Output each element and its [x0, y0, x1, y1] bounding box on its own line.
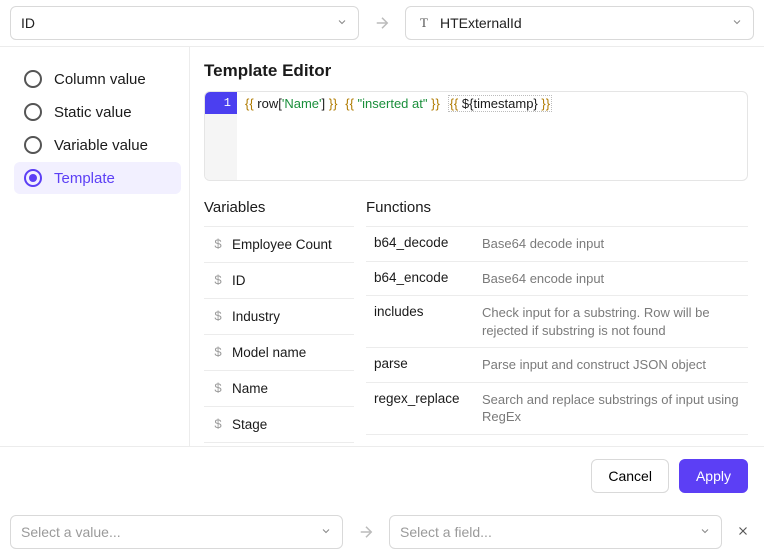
line-number: 1 [205, 92, 237, 114]
function-name: includes [374, 304, 470, 319]
next-mapping-row: Select a value... Select a field... [0, 505, 764, 549]
variable-item[interactable]: $ Employee Count [204, 227, 354, 263]
variables-column: Variables $ Employee Count $ ID $ Industry $ Mo… [204, 199, 354, 446]
function-name: parse [374, 356, 470, 371]
chevron-down-icon [731, 15, 743, 31]
function-description: Search and replace substrings of input u… [482, 391, 740, 426]
editor-title: Template Editor [204, 61, 748, 81]
editor-gutter: 1 [205, 92, 237, 180]
variable-name: Employee Count [232, 237, 332, 252]
function-item[interactable]: regex_replace Search and replace substrin… [366, 383, 748, 435]
remove-row-button[interactable] [732, 524, 754, 541]
radio-column-value[interactable]: Column value [14, 63, 181, 95]
function-description: Base64 encode input [482, 270, 604, 288]
radio-icon [24, 136, 42, 154]
variable-name: Industry [232, 309, 280, 324]
chevron-down-icon [320, 524, 332, 540]
variable-item[interactable]: $ Industry [204, 299, 354, 335]
arrow-right-icon [353, 523, 379, 541]
functions-list: b64_decode Base64 decode input b64_encode B… [366, 226, 748, 446]
function-item[interactable]: b64_encode Base64 encode input [366, 262, 748, 297]
dialog-footer: Cancel Apply [0, 447, 764, 505]
radio-icon [24, 169, 42, 187]
functions-column: Functions b64_decodeBase64 decode inputb… [366, 199, 748, 446]
source-field-select[interactable]: ID [10, 6, 359, 40]
variables-list: $ Employee Count $ ID $ Industry $ Model name $ N… [204, 226, 354, 446]
function-item[interactable]: b64_decode Base64 decode input [366, 227, 748, 262]
dollar-icon: $ [212, 273, 224, 288]
variable-name: Stage [232, 417, 267, 432]
variable-item[interactable]: $ Model name [204, 335, 354, 371]
target-field-select[interactable]: T HTExternalId [405, 6, 754, 40]
radio-label: Variable value [54, 137, 148, 154]
target-field-placeholder: Select a field... [400, 524, 492, 540]
function-description: Parse input and construct JSON object [482, 356, 706, 374]
variable-item[interactable]: $ Stage [204, 407, 354, 443]
variable-name: Name [232, 381, 268, 396]
template-content: Template Editor 1 {{ row['Name'] }} {{ "… [190, 47, 764, 446]
function-name: b64_decode [374, 235, 470, 250]
radio-label: Template [54, 170, 115, 187]
function-item[interactable]: includes Check input for a substring. Row… [366, 296, 748, 348]
radio-static-value[interactable]: Static value [14, 96, 181, 128]
main-panel: Column value Static value Variable value Te… [0, 47, 764, 447]
variable-item[interactable]: $ ID [204, 263, 354, 299]
value-type-sidebar: Column value Static value Variable value Te… [0, 47, 190, 446]
dollar-icon: $ [212, 309, 224, 324]
source-value-select[interactable]: Select a value... [10, 515, 343, 549]
chevron-down-icon [336, 15, 348, 31]
variable-name: Model name [232, 345, 306, 360]
variable-name: ID [232, 273, 246, 288]
editor-code-area[interactable]: {{ row['Name'] }} {{ "inserted at" }} {{… [237, 92, 560, 180]
variables-header: Variables [204, 199, 354, 216]
radio-label: Static value [54, 104, 132, 121]
chevron-down-icon [699, 524, 711, 540]
dollar-icon: $ [212, 345, 224, 360]
function-description: Check input for a RegEx match. Row will … [482, 443, 740, 446]
function-description: Base64 decode input [482, 235, 604, 253]
target-field-value: HTExternalId [440, 15, 522, 31]
function-name: regex_replace [374, 391, 470, 406]
arrow-right-icon [369, 14, 395, 32]
radio-label: Column value [54, 71, 146, 88]
cancel-button[interactable]: Cancel [591, 459, 669, 493]
radio-icon [24, 103, 42, 121]
function-name: b64_encode [374, 270, 470, 285]
source-value-placeholder: Select a value... [21, 524, 121, 540]
target-field-select[interactable]: Select a field... [389, 515, 722, 549]
function-item[interactable]: regex_test Check input for a RegEx match.… [366, 435, 748, 446]
functions-header: Functions [366, 199, 748, 216]
variable-item[interactable]: $ Name [204, 371, 354, 407]
radio-variable-value[interactable]: Variable value [14, 129, 181, 161]
radio-icon [24, 70, 42, 88]
apply-button[interactable]: Apply [679, 459, 748, 493]
dollar-icon: $ [212, 417, 224, 432]
function-name: regex_test [374, 443, 470, 446]
top-mapping-row: ID T HTExternalId [0, 0, 764, 47]
source-field-value: ID [21, 15, 35, 31]
function-description: Check input for a substring. Row will be… [482, 304, 740, 339]
reference-lists: Variables $ Employee Count $ ID $ Industry $ Mo… [204, 199, 748, 446]
function-item[interactable]: parse Parse input and construct JSON obje… [366, 348, 748, 383]
template-code-editor[interactable]: 1 {{ row['Name'] }} {{ "inserted at" }} … [204, 91, 748, 181]
dollar-icon: $ [212, 381, 224, 396]
text-type-icon: T [416, 15, 432, 31]
radio-template[interactable]: Template [14, 162, 181, 194]
dollar-icon: $ [212, 237, 224, 252]
